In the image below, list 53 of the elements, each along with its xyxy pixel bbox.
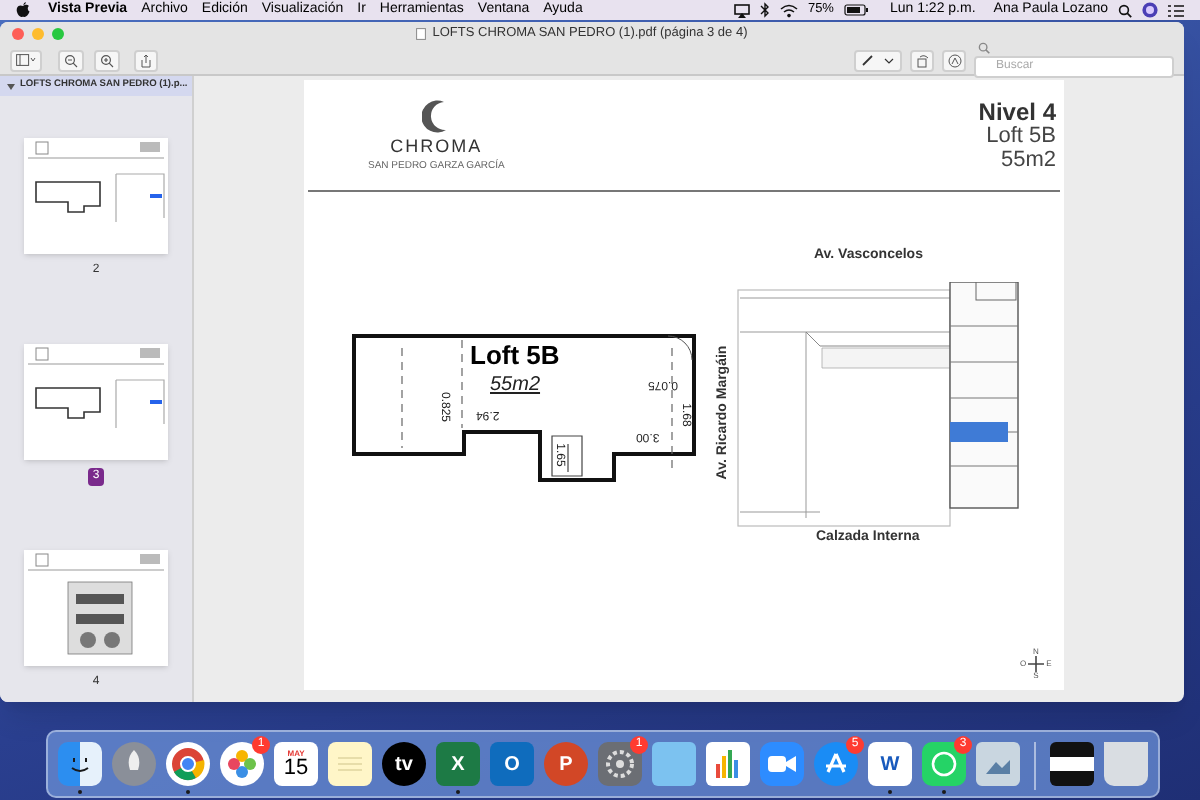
compass-cross-icon [1028,656,1045,672]
pen-icon [861,54,874,66]
page-thumbnail[interactable] [24,344,168,460]
spreadsheet-icon[interactable]: X [436,742,480,786]
notepad-icon[interactable] [328,742,372,786]
flower-icon[interactable] [220,742,264,786]
day-label: 15 [283,757,309,779]
crescent-logo-icon [422,97,451,134]
sidebar-toggle-button[interactable] [10,49,42,71]
striped-app-icon[interactable] [1050,742,1094,786]
chevron-down-icon [884,57,895,63]
markup-button[interactable] [942,49,966,71]
document-icon [416,28,427,40]
unit-name: Loft 5B [986,123,1056,147]
rotate-icon [915,53,929,67]
orb-icon[interactable] [1142,2,1158,18]
rotate-button[interactable] [910,49,934,71]
presentation-icon[interactable]: P [544,742,588,786]
share-icon [140,53,152,67]
battery-icon[interactable] [843,4,868,16]
rocket-icon[interactable] [112,742,156,786]
search-icon [978,41,990,53]
disclosure-triangle-icon[interactable] [6,81,16,91]
zoom-in-button[interactable] [94,49,120,71]
sidebar-icon [16,54,36,66]
document-icon[interactable]: W [868,742,912,786]
area-label: 55m2 [490,372,541,400]
video-camera-icon[interactable] [760,742,804,786]
screen-mirroring-icon[interactable] [733,3,750,17]
zoom-out-icon [64,53,78,67]
list-icon[interactable] [1168,3,1184,17]
mail-icon[interactable]: O [490,742,534,786]
zoom-in-icon [100,53,114,67]
apple-logo-icon[interactable] [16,2,30,18]
brand-name: CHROMA [390,133,483,159]
page-thumbnail[interactable] [24,550,168,666]
trash-icon[interactable] [1104,742,1148,786]
zoom-out-button[interactable] [58,49,84,71]
wifi-icon[interactable] [779,3,798,17]
gear-icon[interactable] [598,742,642,786]
ring-logo-icon[interactable] [166,742,210,786]
page-thumbnail[interactable] [24,138,168,254]
unit-label: Loft 5B [470,338,560,374]
markup-pen-button[interactable] [854,49,902,71]
floor-title: Nivel 4 [978,99,1056,123]
bar-chart-icon[interactable] [706,742,750,786]
tv-icon[interactable]: tv [382,742,426,786]
smiling-face-icon[interactable] [58,742,102,786]
markup-icon [947,53,961,67]
photo-viewer-icon[interactable] [976,742,1020,786]
unit-area: 55m2 [1000,147,1056,171]
search-icon[interactable] [1118,3,1132,17]
bluetooth-icon[interactable] [759,2,770,18]
